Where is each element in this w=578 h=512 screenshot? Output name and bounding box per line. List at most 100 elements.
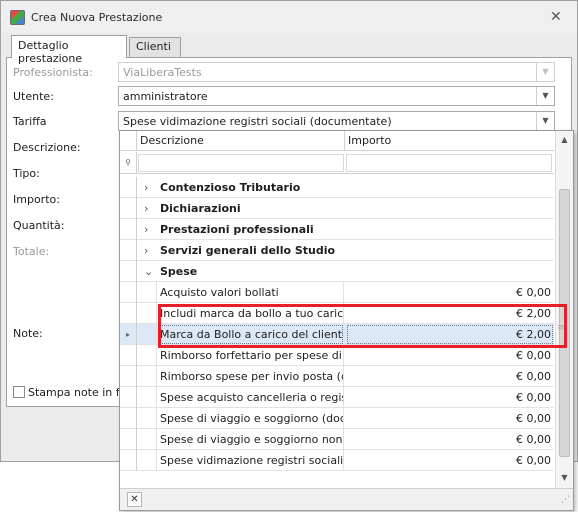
cell-importo[interactable]: € 0,00 [346,429,554,450]
row-indicator [120,387,137,408]
table-row[interactable]: Spese di viaggio e soggiorno non d... € … [120,429,554,450]
table-row[interactable]: Spese vidimazione registri sociali (d...… [120,450,554,471]
filter-importo-input[interactable] [346,154,552,172]
row-indicator [120,219,137,240]
utente-combo[interactable]: amministratore ▼ [118,86,555,106]
row-indent [138,303,157,324]
scroll-up-icon[interactable]: ▲ [556,133,573,147]
row-indent [138,366,157,387]
close-popup-button[interactable]: ✕ [127,492,142,507]
row-indent [138,429,157,450]
cell-importo[interactable]: € 0,00 [346,345,554,366]
row-indent [138,450,157,471]
group-row[interactable]: › Contenzioso Tributario [120,177,554,198]
chevron-down-icon: ▼ [536,63,554,81]
tipo-label: Tipo: [13,167,40,180]
chevron-down-icon[interactable]: ▼ [536,112,554,130]
cell-descrizione[interactable]: Acquisto valori bollati [158,282,344,303]
chevron-down-icon[interactable]: ⌄ [144,265,153,278]
popup-footer: ✕ ⋰ [120,488,573,510]
row-indicator [120,303,137,324]
cell-descrizione[interactable]: Spese vidimazione registri sociali (d... [158,450,344,471]
resize-grip-icon[interactable]: ⋰ [561,495,570,505]
row-indent [138,282,157,303]
app-icon [10,10,25,25]
header-indicator [120,131,137,151]
table-row[interactable]: Spese acquisto cancelleria o regist... €… [120,387,554,408]
row-indent [138,324,157,345]
chevron-right-icon[interactable]: › [144,244,148,257]
group-label: Dichiarazioni [160,202,241,215]
table-row[interactable]: Rimborso forfettario per spese di c... €… [120,345,554,366]
cell-descrizione[interactable]: Spese acquisto cancelleria o regist... [158,387,344,408]
tab-dettaglio-prestazione[interactable]: Dettaglio prestazione [11,35,127,65]
utente-value: amministratore [123,90,208,103]
chevron-down-icon[interactable]: ▼ [536,87,554,105]
column-header-descrizione[interactable]: Descrizione [138,131,345,151]
row-indicator [120,177,137,198]
professionista-combo: ViaLiberaTests ▼ [118,62,555,82]
group-label: Prestazioni professionali [160,223,314,236]
table-row[interactable]: Spese di viaggio e soggiorno (docu... € … [120,408,554,429]
window-title: Crea Nuova Prestazione [31,11,163,24]
close-icon[interactable]: ✕ [550,10,562,24]
group-row[interactable]: › Servizi generali dello Studio [120,240,554,261]
tariffa-value: Spese vidimazione registri sociali (docu… [123,115,392,128]
cell-descrizione[interactable]: Spese di viaggio e soggiorno non d... [158,429,344,450]
chevron-right-icon[interactable]: › [144,202,148,215]
table-row[interactable]: Acquisto valori bollati € 0,00 [120,282,554,303]
stampa-note-checkbox[interactable] [13,386,25,398]
group-row[interactable]: › Prestazioni professionali [120,219,554,240]
row-indent [138,387,157,408]
row-indicator [120,366,137,387]
column-header-importo[interactable]: Importo [346,131,554,151]
grid-header: Descrizione Importo [120,131,554,151]
group-label: Servizi generali dello Studio [160,244,336,257]
row-indicator [120,429,137,450]
row-indicator [120,261,137,282]
group-label: Contenzioso Tributario [160,181,301,194]
table-row[interactable]: Rimborso spese per invio posta (do... € … [120,366,554,387]
stampa-note-row[interactable]: Stampa note in fattura [13,386,123,399]
professionista-label: Professionista: [13,66,93,79]
totale-label: Totale: [13,245,50,258]
tariffa-label: Tariffa [13,115,47,128]
row-indent [138,345,157,366]
title-bar: Crea Nuova Prestazione ✕ [1,1,577,33]
cell-importo[interactable]: € 0,00 [346,450,554,471]
group-row[interactable]: ⌄ Spese [120,261,554,282]
cell-importo[interactable]: € 0,00 [346,366,554,387]
row-indicator [120,198,137,219]
tab-clienti[interactable]: Clienti [129,37,181,57]
chevron-right-icon[interactable]: › [144,181,148,194]
cell-descrizione[interactable]: Rimborso spese per invio posta (do... [158,366,344,387]
descrizione-label: Descrizione: [13,141,81,154]
importo-label: Importo: [13,193,60,206]
cell-importo[interactable]: € 0,00 [346,387,554,408]
row-indicator [120,240,137,261]
funnel-icon: ⚲ [120,152,137,174]
cell-descrizione[interactable]: Rimborso forfettario per spese di c... [158,345,344,366]
red-highlight-box [158,304,567,348]
tariffa-combo[interactable]: Spese vidimazione registri sociali (docu… [118,111,555,131]
cell-importo[interactable]: € 0,00 [346,408,554,429]
row-pointer-icon: ▸ [120,324,137,345]
column-resize-icon: ≡ [557,323,565,333]
row-indent [138,408,157,429]
utente-label: Utente: [13,90,54,103]
quantita-label: Quantità: [13,219,65,232]
filter-row: ⚲ [120,152,554,174]
stampa-note-label: Stampa note in fattura [28,386,123,399]
cell-descrizione[interactable]: Spese di viaggio e soggiorno (docu... [158,408,344,429]
row-indicator [120,450,137,471]
scroll-down-icon[interactable]: ▼ [556,471,573,485]
row-indicator [120,345,137,366]
professionista-value: ViaLiberaTests [123,66,202,79]
group-label: Spese [160,265,198,278]
cell-importo[interactable]: € 0,00 [346,282,554,303]
chevron-right-icon[interactable]: › [144,223,148,236]
note-label: Note: [13,327,43,340]
row-indicator [120,408,137,429]
filter-descrizione-input[interactable] [138,154,344,172]
group-row[interactable]: › Dichiarazioni [120,198,554,219]
